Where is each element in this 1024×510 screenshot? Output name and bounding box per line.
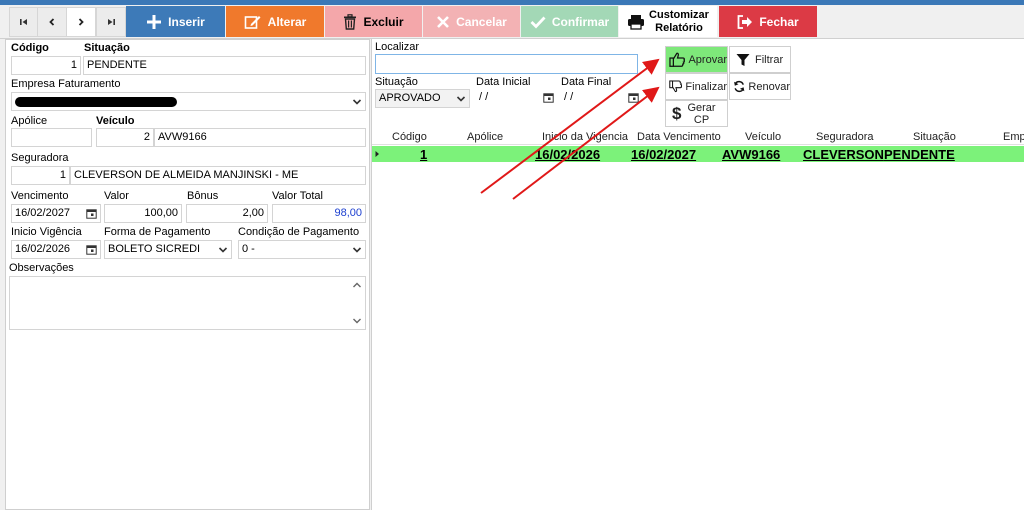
annotation-arrow-aprovar <box>480 58 660 194</box>
annotation-arrow-finalizar <box>512 86 660 200</box>
annotation-arrows <box>480 58 660 200</box>
